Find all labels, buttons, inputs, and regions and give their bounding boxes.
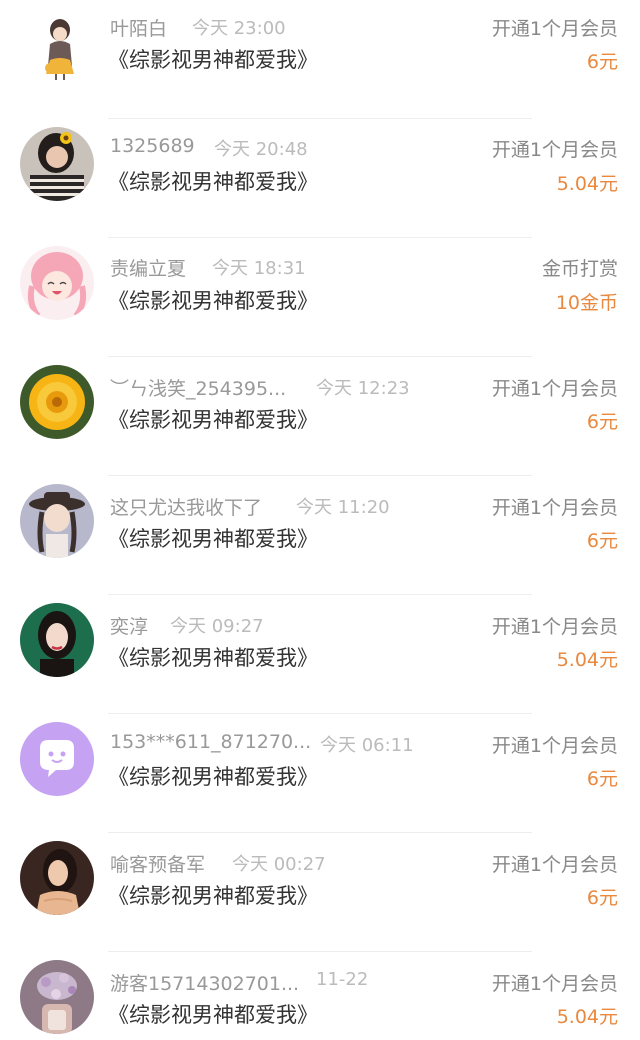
timestamp: 今天 09:27: [170, 616, 264, 637]
username: 1325689: [110, 135, 195, 157]
list-item[interactable]: 奕淳 今天 09:27 《综影视男神都爱我》 开通1个月会员 5.04元: [0, 595, 640, 714]
timestamp: 今天 18:31: [212, 258, 306, 279]
username: 喻客预备军: [110, 854, 206, 876]
list-item[interactable]: 153***611_871270... 今天 06:11 《综影视男神都爱我》 …: [0, 714, 640, 833]
book-title: 《综影视男神都爱我》: [108, 527, 318, 551]
amount-label: 5.04元: [556, 1006, 618, 1028]
book-title: 《综影视男神都爱我》: [108, 884, 318, 908]
list-item[interactable]: 喻客预备军 今天 00:27 《综影视男神都爱我》 开通1个月会员 6元: [0, 833, 640, 952]
list-item[interactable]: 这只尤达我收下了 今天 11:20 《综影视男神都爱我》 开通1个月会员 6元: [0, 476, 640, 595]
timestamp: 今天 20:48: [214, 139, 308, 160]
book-title: 《综影视男神都爱我》: [108, 1003, 318, 1027]
avatar[interactable]: [20, 722, 94, 796]
username: 责编立夏: [110, 258, 187, 280]
action-label: 开通1个月会员: [491, 854, 618, 876]
action-label: 开通1个月会员: [491, 497, 618, 519]
supporter-record-list: 叶陌白 今天 23:00 《综影视男神都爱我》 开通1个月会员 6元 13256…: [0, 0, 640, 1040]
book-title: 《综影视男神都爱我》: [108, 289, 318, 313]
list-item[interactable]: 游客15714302701... 11-22 《综影视男神都爱我》 开通1个月会…: [0, 952, 640, 1040]
action-label: 开通1个月会员: [491, 18, 618, 40]
timestamp: 今天 11:20: [296, 497, 390, 518]
list-item[interactable]: 责编立夏 今天 18:31 《综影视男神都爱我》 金币打赏 10金币: [0, 238, 640, 357]
timestamp: 今天 12:23: [316, 378, 410, 399]
book-title: 《综影视男神都爱我》: [108, 765, 318, 789]
avatar[interactable]: [20, 960, 94, 1034]
timestamp: 今天 00:27: [232, 854, 326, 875]
username: 奕淳: [110, 616, 149, 638]
action-label: 开通1个月会员: [491, 616, 618, 638]
avatar[interactable]: [20, 8, 94, 82]
avatar[interactable]: [20, 484, 94, 558]
amount-label: 6元: [586, 530, 618, 552]
avatar[interactable]: [20, 127, 94, 201]
avatar[interactable]: [20, 246, 94, 320]
action-label: 开通1个月会员: [491, 139, 618, 161]
amount-label: 10金币: [555, 292, 618, 314]
book-title: 《综影视男神都爱我》: [108, 48, 318, 72]
list-item[interactable]: 叶陌白 今天 23:00 《综影视男神都爱我》 开通1个月会员 6元: [0, 0, 640, 119]
timestamp: 今天 23:00: [192, 18, 286, 39]
list-item[interactable]: 1325689 今天 20:48 《综影视男神都爱我》 开通1个月会员 5.04…: [0, 119, 640, 238]
username: 游客15714302701...: [110, 973, 300, 995]
avatar[interactable]: [20, 841, 94, 915]
action-label: 开通1个月会员: [491, 378, 618, 400]
amount-label: 6元: [586, 51, 618, 73]
timestamp: 11-22: [316, 969, 369, 990]
username: 153***611_871270...: [110, 731, 312, 753]
avatar[interactable]: [20, 365, 94, 439]
book-title: 《综影视男神都爱我》: [108, 646, 318, 670]
avatar[interactable]: [20, 603, 94, 677]
timestamp: 今天 06:11: [320, 735, 414, 756]
action-label: 金币打赏: [541, 258, 618, 280]
amount-label: 5.04元: [556, 173, 618, 195]
book-title: 《综影视男神都爱我》: [108, 408, 318, 432]
username: 叶陌白: [110, 18, 168, 40]
amount-label: 6元: [586, 411, 618, 433]
book-title: 《综影视男神都爱我》: [108, 170, 318, 194]
action-label: 开通1个月会员: [491, 735, 618, 757]
amount-label: 5.04元: [556, 649, 618, 671]
list-item[interactable]: ︶ㄣ浅笑_254395... 今天 12:23 《综影视男神都爱我》 开通1个月…: [0, 357, 640, 476]
action-label: 开通1个月会员: [491, 973, 618, 995]
username: 这只尤达我收下了: [110, 497, 263, 519]
username: ︶ㄣ浅笑_254395...: [110, 378, 287, 400]
amount-label: 6元: [586, 887, 618, 909]
amount-label: 6元: [586, 768, 618, 790]
